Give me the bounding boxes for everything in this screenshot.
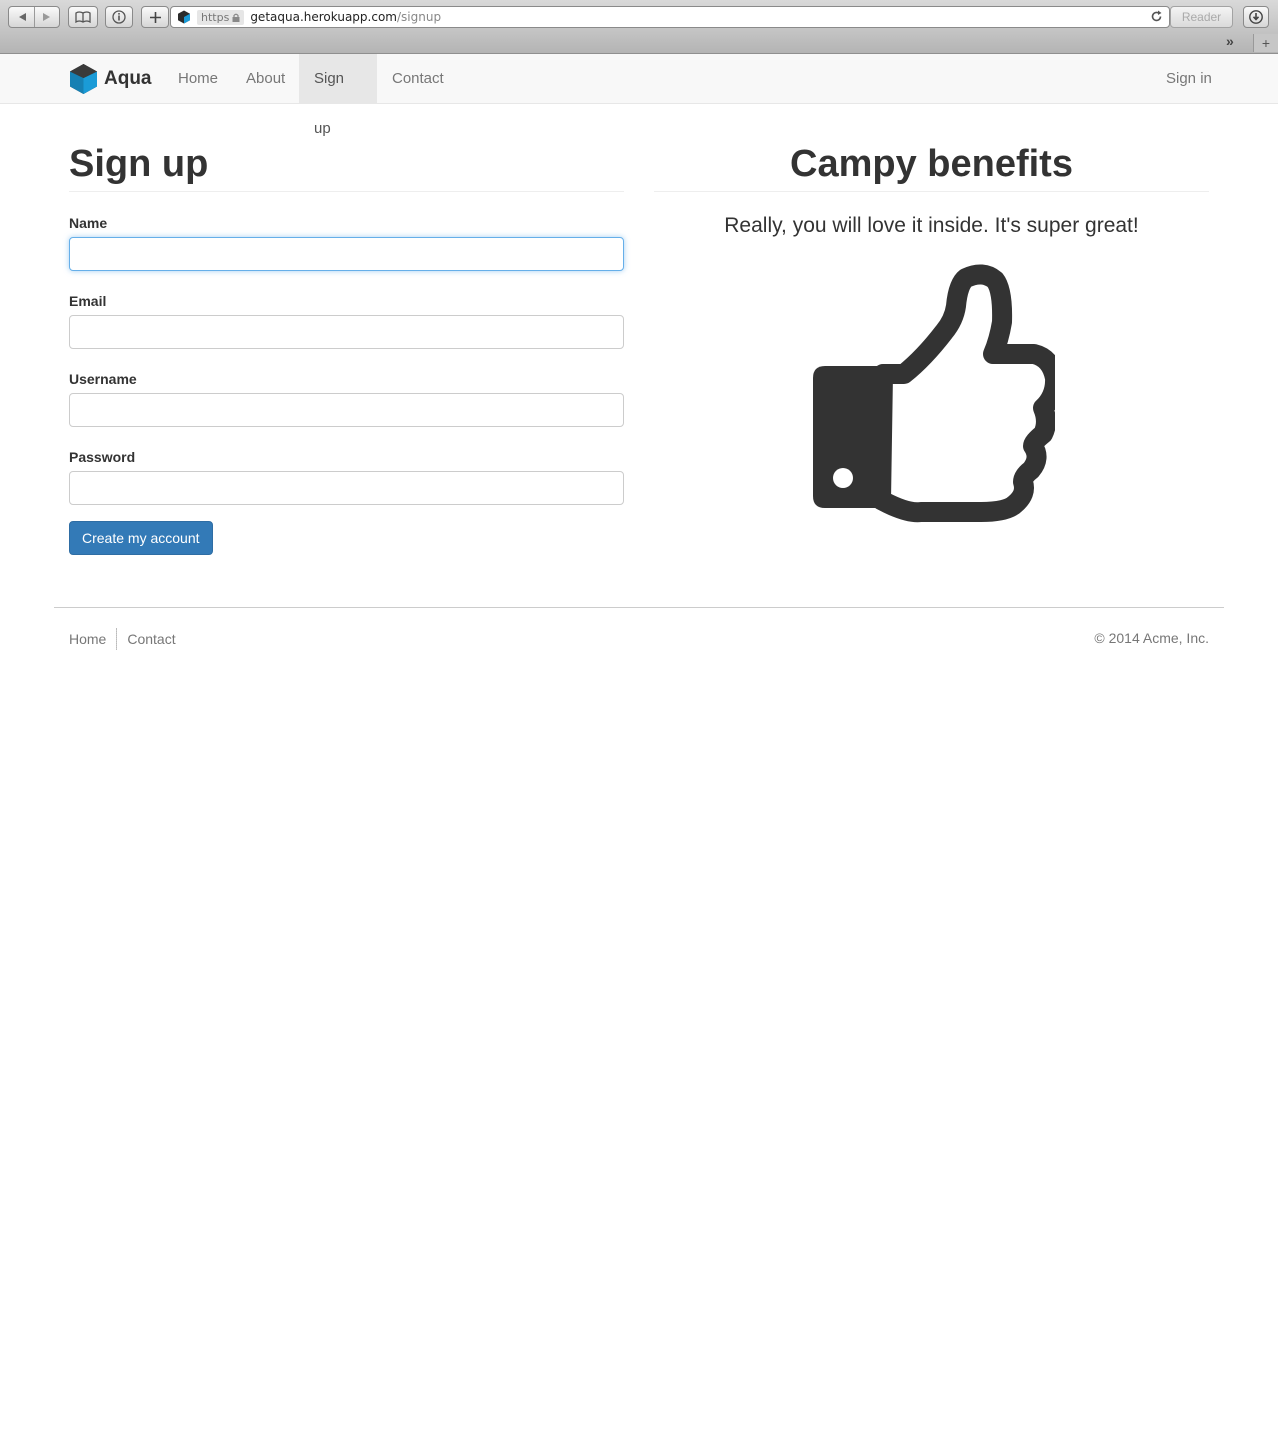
password-label: Password (69, 449, 136, 465)
reload-icon[interactable] (1150, 10, 1163, 23)
forward-icon[interactable] (41, 12, 51, 22)
back-icon[interactable] (18, 12, 28, 22)
download-icon (1249, 10, 1263, 24)
signup-column: Sign up Name Email Username Password Cre… (69, 104, 624, 555)
overflow-chevron-icon[interactable]: » (1226, 33, 1234, 49)
site-favicon-icon (178, 10, 190, 24)
benefits-column: Campy benefits Really, you will love it … (654, 104, 1209, 523)
book-icon (75, 11, 91, 23)
https-badge: https (197, 9, 245, 25)
bookmarks-button[interactable] (68, 6, 98, 28)
signup-form: Name Email Username Password Create my a… (69, 215, 624, 555)
thumbs-up-icon (813, 264, 1055, 523)
signup-title: Sign up (69, 144, 624, 192)
address-bar[interactable]: https getaqua.herokuapp.com/signup (170, 6, 1170, 28)
nav-about[interactable]: About (231, 54, 300, 104)
benefits-lead: Really, you will love it inside. It's su… (724, 214, 1139, 237)
aqua-logo-icon (70, 64, 97, 94)
new-tab-button[interactable]: + (1253, 34, 1278, 52)
email-field[interactable] (69, 315, 624, 349)
username-label: Username (69, 371, 137, 387)
plus-icon (149, 11, 161, 23)
info-circle-icon (112, 10, 126, 24)
footer-links: Home Contact (69, 628, 176, 650)
brand-name: Aqua (104, 68, 152, 89)
add-tab-button[interactable] (141, 6, 169, 28)
url-path: /signup (396, 10, 442, 24)
copyright-text: © 2014 Acme, Inc. (1094, 630, 1209, 646)
username-field[interactable] (69, 393, 624, 427)
name-label: Name (69, 215, 108, 231)
lock-icon (232, 13, 240, 22)
site-navbar: Aqua Home About Sign up Contact Sign in (0, 54, 1278, 137)
nav-contact[interactable]: Contact (377, 54, 459, 104)
email-label: Email (69, 293, 107, 309)
brand-link[interactable]: Aqua (69, 63, 152, 95)
create-account-button[interactable]: Create my account (69, 521, 213, 555)
nav-home[interactable]: Home (163, 54, 233, 104)
back-forward-buttons[interactable] (8, 6, 60, 28)
nav-sign-up[interactable]: Sign up (299, 54, 377, 137)
top-sites-button[interactable] (105, 6, 133, 28)
nav-sign-in[interactable]: Sign in (1151, 54, 1227, 104)
browser-toolbar: https getaqua.herokuapp.com/signup Reade… (0, 0, 1278, 54)
footer-home-link[interactable]: Home (69, 631, 106, 647)
footer-divider (116, 628, 118, 650)
password-field[interactable] (69, 471, 624, 505)
benefits-title: Campy benefits (654, 144, 1209, 192)
footer-contact-link[interactable]: Contact (127, 631, 175, 647)
site-footer: Home Contact © 2014 Acme, Inc. (54, 607, 1224, 667)
reader-button[interactable]: Reader (1170, 6, 1233, 28)
url-host: getaqua.herokuapp.com (250, 10, 397, 24)
downloads-button[interactable] (1243, 6, 1269, 28)
name-field[interactable] (69, 237, 624, 271)
https-label: https (201, 10, 230, 24)
